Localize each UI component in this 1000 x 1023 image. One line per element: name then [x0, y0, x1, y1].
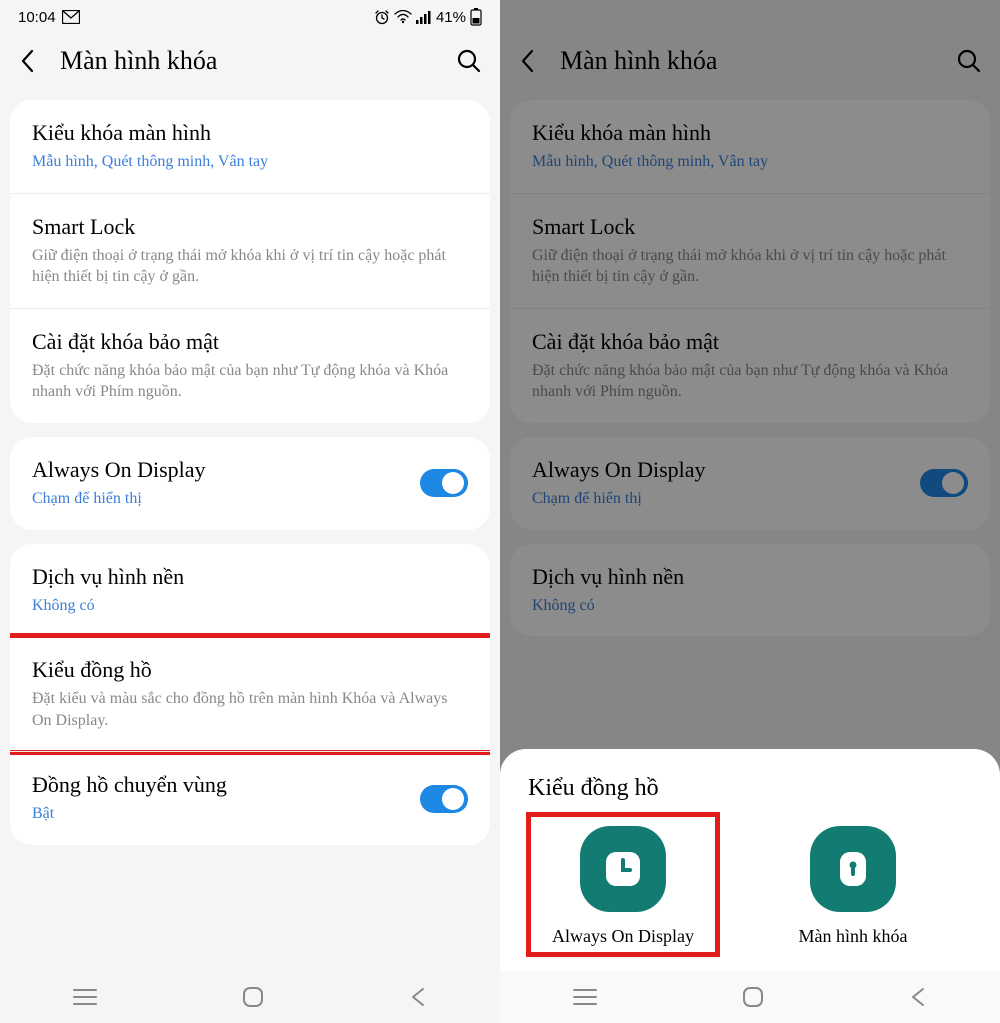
wifi-icon: [394, 10, 412, 24]
item-title: Cài đặt khóa bảo mật: [532, 329, 968, 355]
page-header: Màn hình khóa: [500, 34, 1000, 100]
page-title: Màn hình khóa: [560, 46, 934, 76]
item-always-on-display[interactable]: Always On Display Chạm để hiển thị: [10, 437, 490, 530]
item-subtitle: Đặt chức năng khóa bảo mật của bạn như T…: [32, 360, 468, 403]
battery-icon: [470, 8, 482, 26]
item-subtitle: Mẫu hình, Quét thông minh, Vân tay: [32, 151, 468, 173]
status-bar: 10:04 41%: [0, 0, 500, 34]
item-secure-lock-settings[interactable]: Cài đặt khóa bảo mật Đặt chức năng khóa …: [10, 308, 490, 423]
item-subtitle: Giữ điện thoại ở trạng thái mở khóa khi …: [532, 245, 968, 288]
aod-toggle[interactable]: [420, 469, 468, 497]
item-wallpaper-service[interactable]: Dịch vụ hình nền Không có: [10, 544, 490, 637]
item-secure-lock-settings[interactable]: Cài đặt khóa bảo mật Đặt chức năng khóa …: [510, 308, 990, 423]
item-wallpaper-service[interactable]: Dịch vụ hình nền Không có: [510, 544, 990, 637]
item-subtitle: Giữ điện thoại ở trạng thái mở khóa khi …: [32, 245, 468, 288]
nav-bar: [0, 971, 500, 1023]
item-title: Kiểu đồng hồ: [32, 657, 468, 683]
back-icon[interactable]: [18, 47, 38, 75]
item-title: Dịch vụ hình nền: [32, 564, 468, 590]
alarm-icon: [374, 9, 390, 25]
lock-icon: [810, 826, 896, 912]
search-icon[interactable]: [956, 48, 982, 74]
recents-icon[interactable]: [72, 987, 98, 1007]
recents-icon[interactable]: [572, 987, 598, 1007]
item-subtitle: Không có: [532, 595, 968, 617]
item-title: Smart Lock: [532, 214, 968, 240]
settings-group-3: Dịch vụ hình nền Không có Kiểu đồng hồ Đ…: [10, 544, 490, 845]
item-title: Cài đặt khóa bảo mật: [32, 329, 468, 355]
item-title: Đồng hồ chuyển vùng: [32, 772, 408, 798]
settings-group-1: Kiểu khóa màn hình Mẫu hình, Quét thông …: [510, 100, 990, 423]
battery-percent: 41%: [436, 9, 466, 26]
item-screen-lock-type[interactable]: Kiểu khóa màn hình Mẫu hình, Quét thông …: [510, 100, 990, 193]
sheet-title: Kiểu đồng hồ: [528, 775, 972, 802]
item-smart-lock[interactable]: Smart Lock Giữ điện thoại ở trạng thái m…: [10, 193, 490, 308]
item-title: Always On Display: [32, 457, 408, 483]
item-subtitle: Đặt chức năng khóa bảo mật của bạn như T…: [532, 360, 968, 403]
aod-toggle[interactable]: [920, 469, 968, 497]
item-subtitle: Đặt kiểu và màu sắc cho đồng hồ trên màn…: [32, 688, 468, 731]
nav-bar: [500, 971, 1000, 1023]
mail-icon: [62, 10, 80, 24]
page-header: Màn hình khóa: [0, 34, 500, 100]
item-smart-lock[interactable]: Smart Lock Giữ điện thoại ở trạng thái m…: [510, 193, 990, 308]
settings-group-2: Always On Display Chạm để hiển thị: [510, 437, 990, 530]
option-label: Always On Display: [552, 926, 694, 947]
home-icon[interactable]: [242, 986, 264, 1008]
status-time: 10:04: [18, 9, 56, 26]
item-clock-style[interactable]: Kiểu đồng hồ Đặt kiểu và màu sắc cho đồn…: [10, 636, 490, 751]
option-aod[interactable]: Always On Display: [538, 826, 708, 947]
settings-group-1: Kiểu khóa màn hình Mẫu hình, Quét thông …: [10, 100, 490, 423]
option-label: Màn hình khóa: [799, 926, 908, 947]
clock-style-sheet: Kiểu đồng hồ Always On Display Màn hình …: [500, 749, 1000, 971]
item-always-on-display[interactable]: Always On Display Chạm để hiển thị: [510, 437, 990, 530]
back-icon[interactable]: [518, 47, 538, 75]
item-screen-lock-type[interactable]: Kiểu khóa màn hình Mẫu hình, Quét thông …: [10, 100, 490, 193]
item-title: Kiểu khóa màn hình: [532, 120, 968, 146]
option-lock-screen[interactable]: Màn hình khóa: [768, 826, 938, 947]
item-subtitle: Không có: [32, 595, 468, 617]
nav-back-icon[interactable]: [908, 986, 928, 1008]
item-title: Always On Display: [532, 457, 908, 483]
screen-right: Màn hình khóa Kiểu khóa màn hình Mẫu hìn…: [500, 0, 1000, 1023]
settings-group-3: Dịch vụ hình nền Không có: [510, 544, 990, 637]
page-title: Màn hình khóa: [60, 46, 434, 76]
item-title: Dịch vụ hình nền: [532, 564, 968, 590]
item-title: Kiểu khóa màn hình: [32, 120, 468, 146]
item-title: Smart Lock: [32, 214, 468, 240]
nav-back-icon[interactable]: [408, 986, 428, 1008]
item-subtitle: Bật: [32, 803, 408, 825]
sheet-options: Always On Display Màn hình khóa: [528, 826, 972, 947]
item-subtitle: Chạm để hiển thị: [32, 488, 408, 510]
item-subtitle: Mẫu hình, Quét thông minh, Vân tay: [532, 151, 968, 173]
screen-left: 10:04 41% Màn hình khóa Kiểu khóa màn hì…: [0, 0, 500, 1023]
item-roaming-clock[interactable]: Đồng hồ chuyển vùng Bật: [10, 751, 490, 845]
roaming-toggle[interactable]: [420, 785, 468, 813]
settings-group-2: Always On Display Chạm để hiển thị: [10, 437, 490, 530]
signal-icon: [416, 10, 432, 24]
clock-icon: [580, 826, 666, 912]
item-subtitle: Chạm để hiển thị: [532, 488, 908, 510]
search-icon[interactable]: [456, 48, 482, 74]
home-icon[interactable]: [742, 986, 764, 1008]
